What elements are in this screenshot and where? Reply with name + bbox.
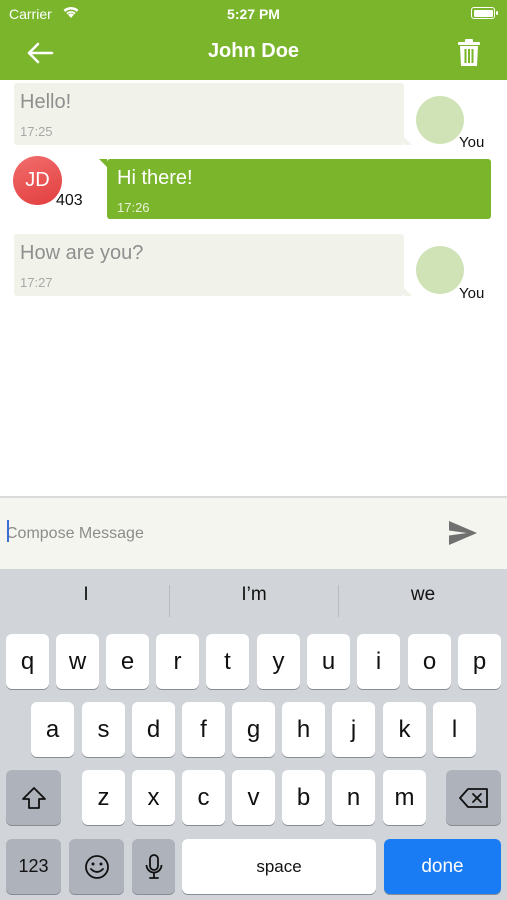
key-b[interactable]: b — [282, 770, 325, 825]
key-y[interactable]: y — [257, 634, 300, 689]
arrow-left-icon — [27, 42, 54, 64]
message-text: Hello! — [20, 91, 72, 113]
key-l[interactable]: l — [433, 702, 476, 757]
suggestion-item[interactable]: I — [2, 584, 170, 606]
key-z[interactable]: z — [82, 770, 125, 825]
key-d[interactable]: d — [132, 702, 175, 757]
microphone-icon — [145, 853, 162, 879]
emoji-key[interactable] — [69, 839, 124, 894]
key-t[interactable]: t — [206, 634, 249, 689]
message-text: How are you? — [20, 242, 144, 264]
text-caret — [7, 520, 9, 542]
key-p[interactable]: p — [458, 634, 501, 689]
key-v[interactable]: v — [232, 770, 275, 825]
key-e[interactable]: e — [106, 634, 149, 689]
compose-bar — [0, 496, 507, 569]
suggestion-item[interactable]: we — [339, 584, 507, 606]
trash-icon — [458, 39, 480, 66]
message-time: 17:25 — [20, 124, 53, 139]
key-u[interactable]: u — [307, 634, 350, 689]
send-icon[interactable] — [448, 520, 478, 546]
key-c[interactable]: c — [182, 770, 225, 825]
app-header: Carrier 5:27 PM John Doe — [0, 0, 507, 80]
key-a[interactable]: a — [31, 702, 74, 757]
avatar: JD — [13, 156, 62, 205]
backspace-icon — [458, 787, 488, 808]
key-g[interactable]: g — [232, 702, 275, 757]
key-r[interactable]: r — [156, 634, 199, 689]
key-k[interactable]: k — [383, 702, 426, 757]
avatar-initials: JD — [25, 169, 50, 191]
message-bubble[interactable]: How are you? 17:27 — [14, 234, 412, 296]
key-q[interactable]: q — [6, 634, 49, 689]
message-list[interactable]: Hello! 17:25 You JD 403 Hi there! 17:26 … — [0, 80, 507, 496]
keyboard: I I’m we q w e r t y u i o p a s d f g h… — [0, 569, 507, 900]
space-key[interactable]: space — [182, 839, 376, 894]
delete-conversation-button[interactable] — [453, 36, 485, 70]
numbers-key[interactable]: 123 — [6, 839, 61, 894]
shift-key[interactable] — [6, 770, 61, 825]
key-f[interactable]: f — [182, 702, 225, 757]
suggestion-item[interactable]: I’m — [170, 584, 338, 606]
key-w[interactable]: w — [56, 634, 99, 689]
backspace-key[interactable] — [446, 770, 501, 825]
sender-label: You — [459, 134, 485, 151]
status-time: 5:27 PM — [227, 6, 280, 22]
key-h[interactable]: h — [282, 702, 325, 757]
shift-icon — [21, 786, 46, 809]
sender-label: You — [459, 285, 485, 302]
battery-icon — [471, 7, 498, 19]
key-m[interactable]: m — [383, 770, 426, 825]
message-time: 17:26 — [117, 200, 150, 215]
avatar — [416, 246, 464, 294]
key-o[interactable]: o — [408, 634, 451, 689]
message-time: 17:27 — [20, 275, 53, 290]
key-n[interactable]: n — [332, 770, 375, 825]
key-x[interactable]: x — [132, 770, 175, 825]
message-bubble[interactable]: Hi there! 17:26 — [99, 159, 491, 219]
page-title: John Doe — [207, 40, 300, 62]
back-button[interactable] — [22, 36, 58, 70]
key-i[interactable]: i — [357, 634, 400, 689]
avatar — [416, 96, 464, 144]
key-j[interactable]: j — [332, 702, 375, 757]
status-bar: Carrier 5:27 PM — [0, 0, 507, 28]
dictation-key[interactable] — [132, 839, 175, 894]
key-s[interactable]: s — [82, 702, 125, 757]
message-bubble[interactable]: Hello! 17:25 — [14, 83, 412, 145]
emoji-icon — [84, 854, 109, 879]
compose-input[interactable] — [6, 520, 426, 548]
sender-count: 403 — [56, 192, 83, 209]
done-key[interactable]: done — [384, 839, 501, 894]
message-text: Hi there! — [117, 167, 193, 189]
suggestion-bar: I I’m we — [0, 569, 507, 631]
